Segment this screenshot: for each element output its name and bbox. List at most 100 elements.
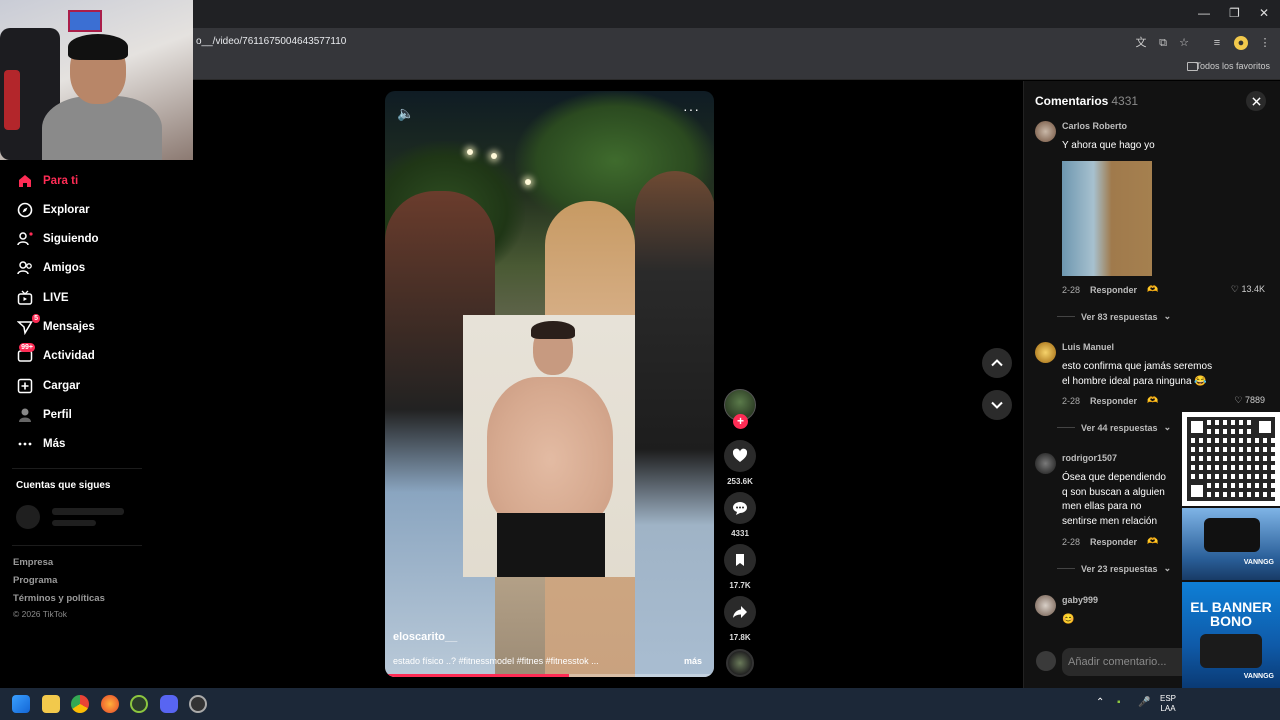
comment-item: Luis Manuel esto confirma que jamás sere… xyxy=(1035,342,1275,412)
minimize-icon[interactable]: — xyxy=(1198,6,1210,20)
microphone-icon[interactable]: 🎤 xyxy=(1138,697,1150,708)
sidebar-item-label: Amigos xyxy=(43,262,86,274)
bonus-ad-banner: EL BANNER BONO VANNGG xyxy=(1182,582,1280,688)
file-explorer-icon[interactable] xyxy=(42,695,60,713)
sidebar-item-perfil[interactable]: Perfil xyxy=(16,404,72,426)
avatar[interactable] xyxy=(1035,453,1056,474)
comments-count: 4331 xyxy=(1111,94,1139,108)
comment-action[interactable]: 4331 xyxy=(724,492,756,538)
sidebar-item-label: Cargar xyxy=(43,380,81,392)
avatar[interactable] xyxy=(1035,595,1056,616)
keyboard-layout: LAA xyxy=(1160,704,1176,713)
sidebar-item-label: Más xyxy=(43,438,66,450)
sidebar-item-actividad[interactable]: 99+ Actividad xyxy=(16,342,95,367)
sidebar-item-cargar[interactable]: Cargar xyxy=(16,375,80,397)
car-ad-banner: VANNGG xyxy=(1182,508,1280,580)
sidebar-item-label: Explorar xyxy=(43,204,90,216)
sidebar-item-label: Actividad xyxy=(43,350,95,362)
share-action[interactable]: 17.8K xyxy=(724,596,756,642)
bookmark-icon[interactable] xyxy=(724,544,756,576)
view-replies-button[interactable]: Ver 44 respuestas ⌄ xyxy=(1057,422,1171,433)
video-options-icon[interactable]: ··· xyxy=(683,101,700,117)
mute-icon[interactable]: 🔈 xyxy=(397,105,414,122)
friends-icon xyxy=(16,260,33,277)
heart-icon[interactable] xyxy=(724,440,756,472)
sidebar-item-para-ti[interactable]: Para ti xyxy=(16,170,78,192)
reading-list-icon[interactable]: ≡ xyxy=(1210,36,1224,50)
xbox-icon[interactable] xyxy=(130,695,148,713)
comment-username[interactable]: Carlos Roberto xyxy=(1062,121,1127,131)
view-replies-label: Ver 83 respuestas xyxy=(1081,311,1158,322)
divider xyxy=(12,468,142,469)
like-action[interactable]: 253.6K xyxy=(724,440,756,486)
sidebar-item-amigos[interactable]: Amigos xyxy=(16,257,85,279)
chevron-down-icon: ⌄ xyxy=(1163,563,1172,573)
save-action[interactable]: 17.7K xyxy=(724,544,756,590)
comment-like-count: 13.4K xyxy=(1241,284,1265,294)
tray-chevron-icon[interactable]: ⌃ xyxy=(1096,697,1104,708)
language-indicator[interactable]: ESP LAA xyxy=(1160,694,1176,714)
avatar[interactable] xyxy=(1035,342,1056,363)
chevron-down-icon: ⌄ xyxy=(1163,422,1172,432)
sidebar-item-mensajes[interactable]: 5 Mensajes xyxy=(16,313,95,338)
windows-start-icon[interactable] xyxy=(12,695,30,713)
comment-like-button[interactable]: ♡ 13.4K xyxy=(1225,284,1265,295)
firefox-icon[interactable] xyxy=(101,695,119,713)
discord-icon[interactable] xyxy=(160,695,178,713)
add-comment-input[interactable]: Añadir comentario... xyxy=(1062,648,1192,676)
comment-like-button[interactable]: ♡ 7889 xyxy=(1225,395,1265,406)
qr-code-ad xyxy=(1182,412,1280,506)
view-replies-label: Ver 44 respuestas xyxy=(1081,422,1158,433)
comment-bubble-icon[interactable] xyxy=(724,492,756,524)
sidebar-item-explorar[interactable]: Explorar xyxy=(16,199,90,221)
favorites-label[interactable]: Todos los favoritos xyxy=(1195,61,1270,71)
reply-button[interactable]: Responder xyxy=(1090,285,1137,295)
profile-avatar-icon[interactable]: ● xyxy=(1234,36,1248,50)
avatar[interactable] xyxy=(1035,121,1056,142)
sidebar-item-siguiendo[interactable]: Siguiendo xyxy=(16,228,99,250)
close-comments-button[interactable] xyxy=(1246,91,1266,111)
reply-button[interactable]: Responder xyxy=(1090,537,1137,547)
sidebar-item-label: Perfil xyxy=(43,409,72,421)
video-username[interactable]: eloscarito__ xyxy=(393,631,457,643)
browser-menu-icon[interactable]: ⋮ xyxy=(1258,36,1272,50)
footer-link-terminos[interactable]: Términos y políticas xyxy=(13,593,105,604)
comment-username[interactable]: gaby999 xyxy=(1062,595,1098,605)
view-replies-button[interactable]: Ver 23 respuestas ⌄ xyxy=(1057,563,1171,574)
comment-image[interactable] xyxy=(1062,161,1152,276)
comment-date: 2-28 xyxy=(1062,536,1081,547)
music-disc-icon[interactable] xyxy=(726,649,754,677)
video-progress-fill xyxy=(385,674,570,677)
reply-button[interactable]: Responder xyxy=(1090,396,1137,406)
share-count: 17.8K xyxy=(729,633,751,642)
caption-more-link[interactable]: más xyxy=(684,656,702,666)
restore-icon[interactable]: ❐ xyxy=(1229,6,1240,20)
chrome-icon[interactable] xyxy=(71,695,89,713)
translate-icon[interactable]: 文 xyxy=(1134,36,1148,50)
cast-icon[interactable]: ⧉ xyxy=(1156,36,1170,50)
tray-app-icon[interactable]: ▪ xyxy=(1117,697,1121,708)
view-replies-button[interactable]: Ver 83 respuestas ⌄ xyxy=(1057,311,1171,322)
url-text[interactable]: o__/video/7611675004643577110 xyxy=(196,36,346,47)
sidebar-item-mas[interactable]: Más xyxy=(16,433,65,455)
view-replies-label: Ver 23 respuestas xyxy=(1081,563,1158,574)
ad-title: EL BANNER BONO xyxy=(1190,599,1272,629)
comment-username[interactable]: Luis Manuel xyxy=(1062,342,1114,352)
bookmark-star-icon[interactable]: ☆ xyxy=(1177,36,1191,50)
close-window-icon[interactable]: ✕ xyxy=(1259,6,1269,20)
chevron-up-icon xyxy=(991,359,1003,367)
obs-icon[interactable] xyxy=(189,695,207,713)
footer-link-empresa[interactable]: Empresa xyxy=(13,557,53,568)
video-player[interactable]: 🔈 ··· eloscarito__ estado físico ..? #fi… xyxy=(385,91,714,677)
share-arrow-icon[interactable] xyxy=(724,596,756,628)
following-icon xyxy=(16,231,33,248)
footer-link-programa[interactable]: Programa xyxy=(13,575,57,586)
creator-liked-icon: 🫶 xyxy=(1147,536,1159,546)
divider xyxy=(12,545,142,546)
next-video-button[interactable] xyxy=(982,390,1012,420)
previous-video-button[interactable] xyxy=(982,348,1012,378)
sidebar-item-live[interactable]: LIVE xyxy=(16,287,69,309)
video-caption: estado físico ..? #fitnessmodel #fitnes … xyxy=(393,656,599,666)
comment-username[interactable]: rodrigor1507 xyxy=(1062,453,1117,463)
follow-plus-icon[interactable]: + xyxy=(733,414,748,429)
